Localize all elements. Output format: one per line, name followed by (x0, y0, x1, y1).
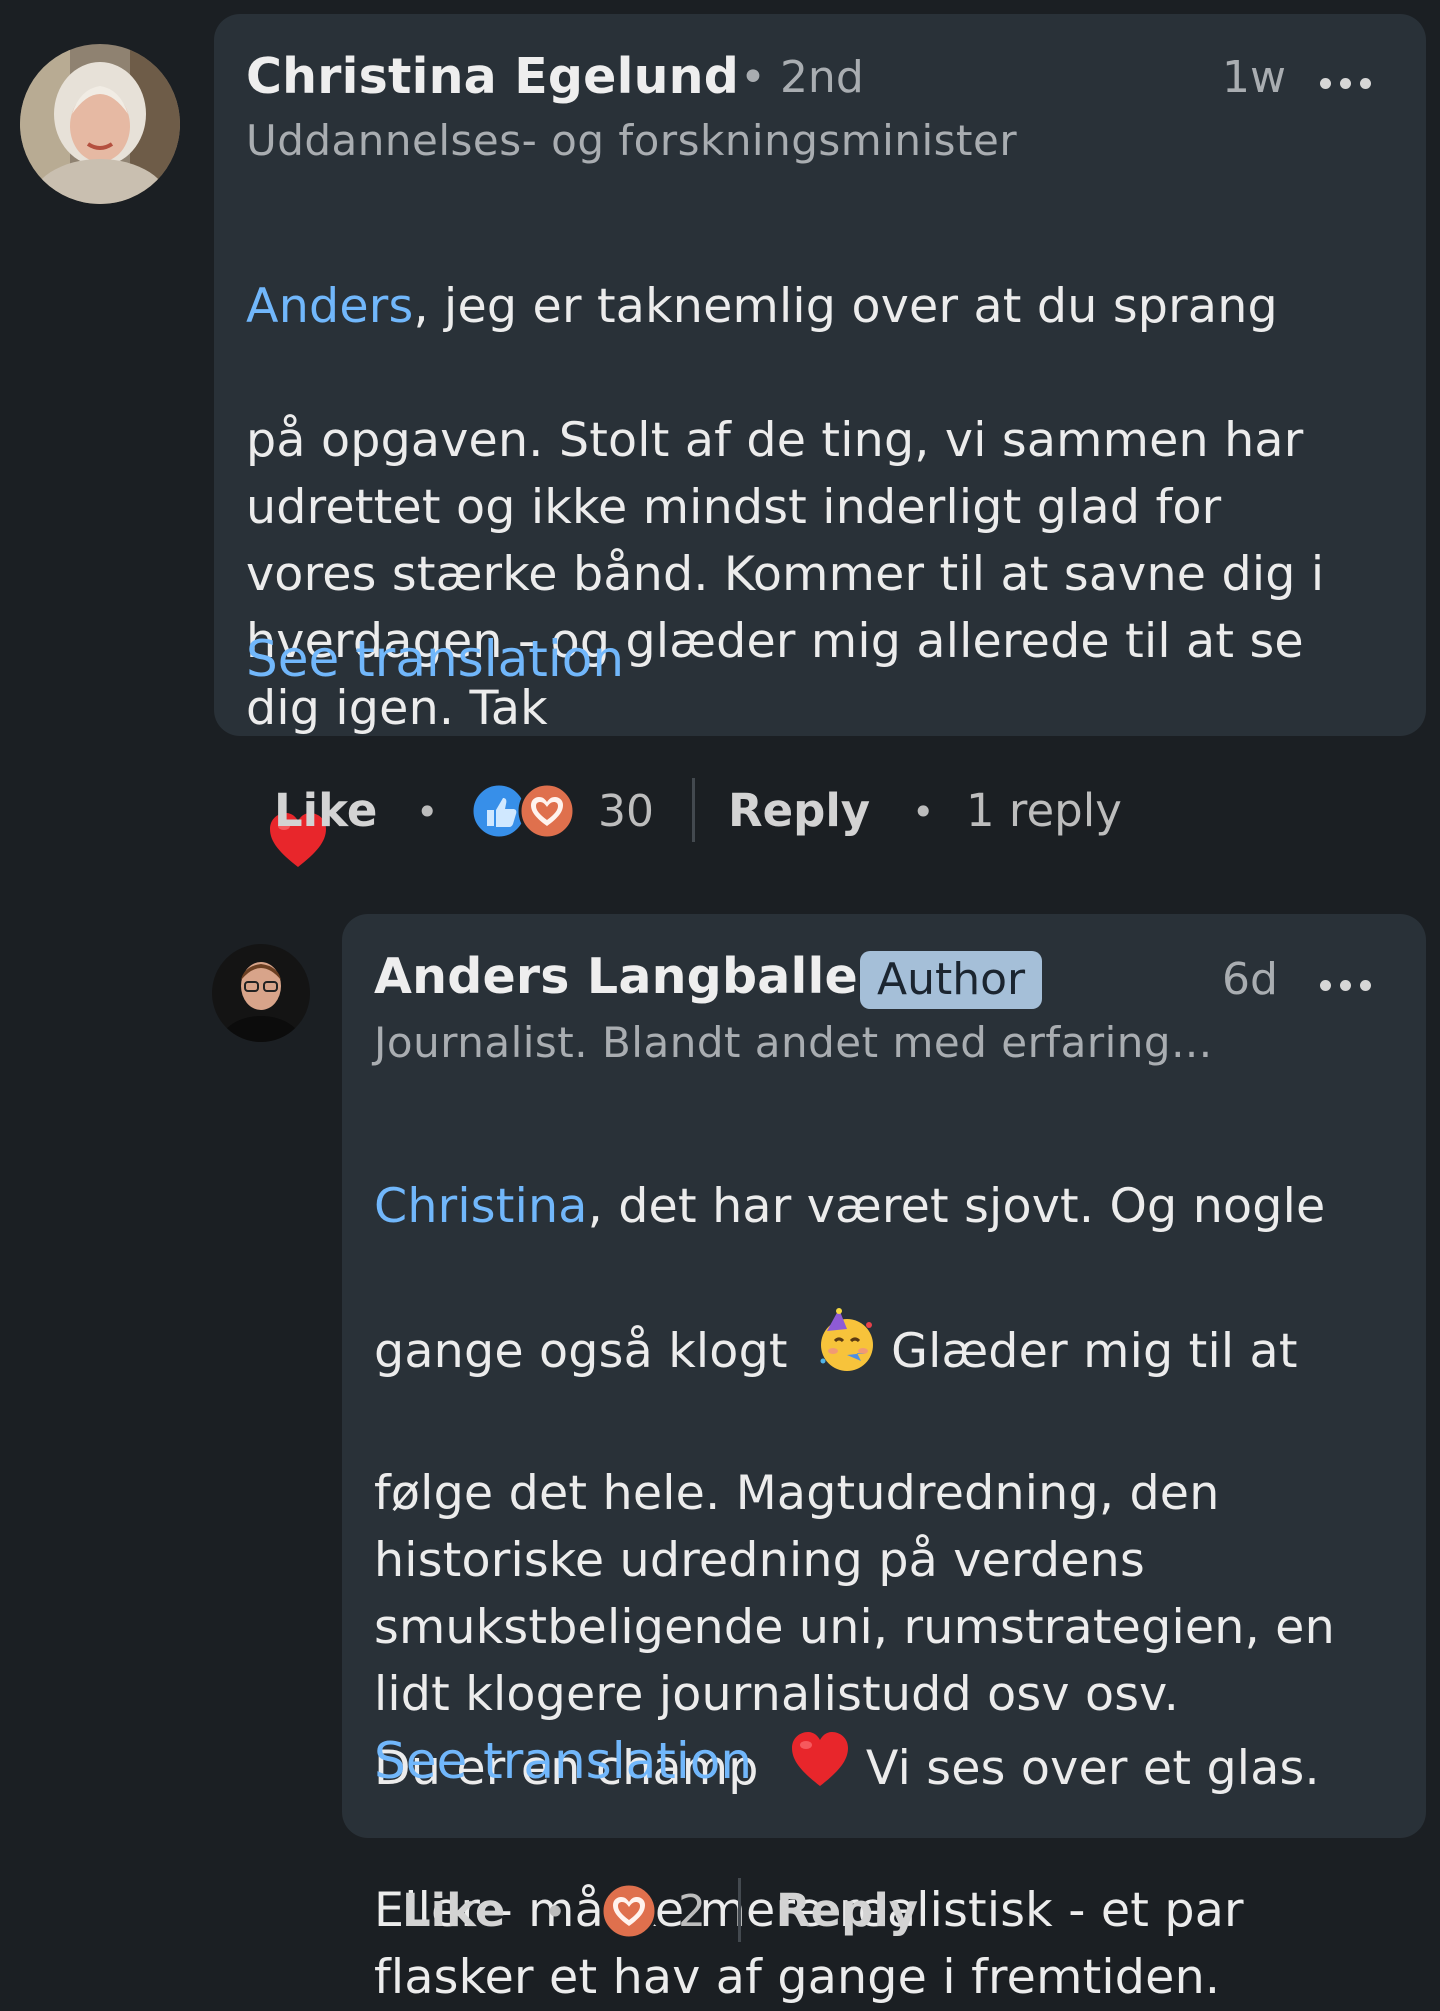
avatar-christina[interactable] (20, 44, 180, 204)
more-options-icon[interactable] (1320, 980, 1371, 991)
reply-text-continued: følge det hele. Magtudredning, den histo… (374, 1466, 1335, 1722)
heart-emoji-icon (788, 1728, 852, 1810)
mention-link[interactable]: Anders (246, 279, 413, 334)
author-badge: Author (860, 951, 1043, 1009)
see-translation-link[interactable]: See translation (374, 1732, 752, 1790)
reaction-count[interactable]: 30 (598, 786, 654, 837)
reaction-count[interactable]: 2 (678, 1886, 706, 1937)
author-headline: Journalist. Blandt andet med erfaring... (374, 1018, 1213, 1067)
like-button[interactable]: Like (274, 784, 377, 837)
replies-count-link[interactable]: 1 reply (966, 784, 1122, 837)
reply-button[interactable]: Reply (728, 784, 870, 837)
author-headline: Uddannelses- og forskningsminister (246, 116, 1018, 165)
comment-timestamp: 1w (1222, 52, 1286, 103)
more-options-icon[interactable] (1320, 78, 1371, 89)
separator-dot: • (416, 790, 439, 834)
connection-degree: • 2nd (740, 52, 864, 103)
reply-button[interactable]: Reply (776, 1884, 918, 1937)
love-reaction-icon[interactable] (600, 1882, 658, 1940)
reply-text: Christina, det har været sjovt. Og nogle… (374, 1179, 1335, 2005)
reply-timestamp: 6d (1222, 954, 1278, 1005)
love-reaction-icon[interactable] (518, 782, 576, 840)
like-button[interactable]: Like (402, 1884, 505, 1937)
partying-face-emoji-icon (813, 1307, 881, 1393)
reply-author-name[interactable]: Anders Langballe (374, 948, 858, 1005)
see-translation-link[interactable]: See translation (246, 630, 624, 688)
action-divider (738, 1878, 741, 1942)
separator-dot: • (912, 790, 935, 834)
comment-author-name[interactable]: Christina Egelund (246, 48, 739, 105)
avatar-anders[interactable] (212, 944, 310, 1042)
separator-dot: • (544, 1890, 567, 1934)
mention-link[interactable]: Christina (374, 1179, 588, 1234)
action-divider (692, 778, 695, 842)
